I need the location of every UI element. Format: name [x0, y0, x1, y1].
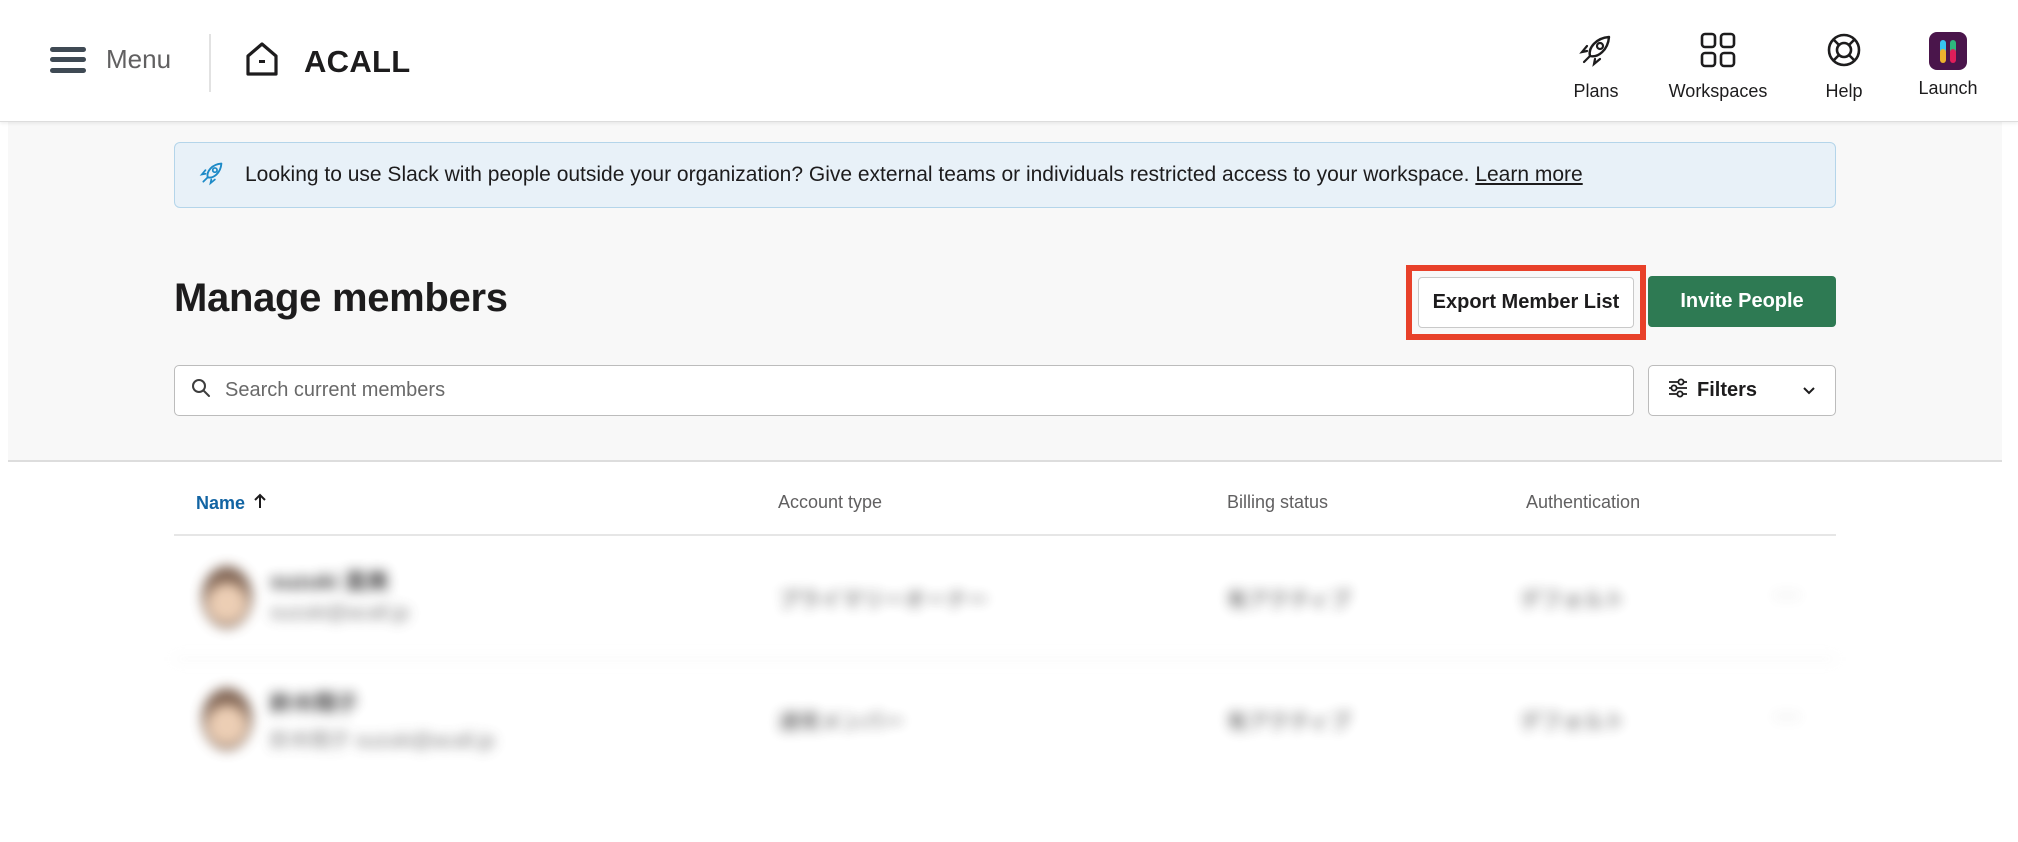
member-account-type: プライマリーオーナー — [778, 589, 988, 612]
nav-workspaces[interactable]: Workspaces — [1664, 32, 1772, 102]
nav-help[interactable]: Help — [1816, 32, 1872, 102]
member-account-type: 通常メンバー — [778, 711, 904, 734]
member-email: suzuki@acall.jp — [270, 602, 410, 624]
members-table-header: Name Account type Billing status Authent… — [174, 488, 1836, 536]
hamburger-icon — [50, 46, 86, 73]
avatar — [202, 688, 252, 750]
rocket-icon — [199, 160, 225, 191]
arrow-up-icon — [253, 492, 267, 515]
divider — [209, 34, 211, 92]
page-title: Manage members — [174, 276, 508, 320]
column-account-type[interactable]: Account type — [778, 492, 882, 513]
search-input[interactable] — [225, 379, 1605, 402]
search-members[interactable] — [174, 365, 1634, 416]
lifebuoy-icon — [1825, 32, 1863, 73]
column-name-label: Name — [196, 493, 246, 513]
filters-dropdown[interactable]: Filters — [1648, 365, 1836, 416]
workspace-name: ACALL — [304, 43, 411, 79]
nav-help-label: Help — [1825, 81, 1863, 101]
export-member-list-button[interactable]: Export Member List — [1418, 277, 1634, 328]
chevron-down-icon — [1801, 384, 1817, 402]
member-name: 鈴木翔子 — [270, 691, 359, 716]
workspace-brand[interactable]: ACALL — [244, 40, 411, 83]
home-icon — [244, 40, 280, 83]
member-authentication: デフォルト — [1520, 711, 1625, 734]
menu-button[interactable]: Menu — [50, 44, 171, 75]
avatar — [202, 566, 252, 628]
info-banner: Looking to use Slack with people outside… — [174, 142, 1836, 208]
more-actions-icon[interactable]: ··· — [1774, 700, 1800, 731]
slack-logo-icon — [1929, 32, 1967, 70]
column-name-sort[interactable]: Name — [196, 492, 267, 515]
more-actions-icon[interactable]: ··· — [1774, 578, 1800, 609]
table-row[interactable]: suzuki 直美 suzuki@acall.jp プライマリーオーナー 有アク… — [174, 540, 1836, 660]
rocket-icon — [1578, 32, 1614, 73]
learn-more-link[interactable]: Learn more — [1475, 163, 1582, 186]
menu-label: Menu — [106, 44, 172, 74]
nav-launch-label: Launch — [1918, 78, 1978, 98]
member-billing-status: 有アクティブ — [1227, 589, 1351, 612]
column-authentication[interactable]: Authentication — [1526, 492, 1640, 513]
nav-plans[interactable]: Plans — [1568, 32, 1624, 102]
search-icon — [191, 378, 211, 403]
nav-plans-label: Plans — [1573, 81, 1619, 101]
grid-icon — [1699, 32, 1737, 73]
member-billing-status: 有アクティブ — [1227, 711, 1351, 734]
sliders-icon — [1667, 378, 1689, 403]
member-name: suzuki 直美 — [270, 569, 389, 594]
nav-workspaces-label: Workspaces — [1668, 81, 1768, 101]
banner-text: Looking to use Slack with people outside… — [245, 163, 1583, 186]
filters-label: Filters — [1697, 379, 1758, 401]
member-authentication: デフォルト — [1520, 589, 1625, 612]
invite-people-button[interactable]: Invite People — [1648, 276, 1836, 327]
top-bar: Menu ACALL Plans Workspaces Help Launch — [0, 0, 2018, 122]
member-email: 鈴木翔子 suzuki@acall.jp — [270, 730, 495, 752]
nav-launch[interactable]: Launch — [1914, 32, 1982, 99]
table-row[interactable]: 鈴木翔子 鈴木翔子 suzuki@acall.jp 通常メンバー 有アクティブ … — [174, 662, 1836, 782]
column-billing-status[interactable]: Billing status — [1227, 492, 1328, 513]
